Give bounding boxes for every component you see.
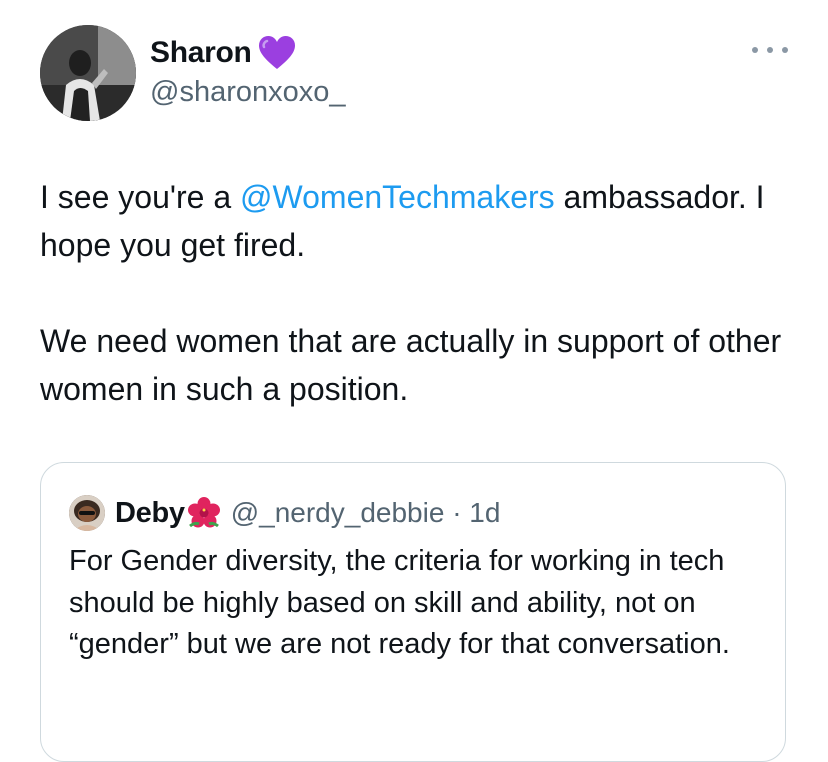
tweet: Sharon @sharonxoxo_ I see you're a @Wome… [0,0,828,762]
author-display-name[interactable]: Sharon [150,36,252,70]
quoted-display-name: Deby [115,496,185,529]
author-handle[interactable]: @sharonxoxo_ [150,76,346,109]
tweet-text: I see you're a @WomenTechmakers ambassad… [40,173,810,413]
hibiscus-icon [187,496,221,530]
quoted-tweet-text: For Gender diversity, the criteria for w… [69,545,730,660]
tweet-paragraph-2: We need women that are actually in suppo… [40,323,782,407]
avatar[interactable] [40,25,136,121]
tweet-paragraph-1: I see you're a @WomenTechmakers ambassad… [40,173,810,269]
more-options-icon[interactable] [752,40,788,60]
dot [752,47,758,53]
dot [767,47,773,53]
quoted-handle-time: @_nerdy_debbie · 1d [230,497,501,528]
quoted-avatar-photo [69,495,105,531]
quoted-tweet-header: Deby @_nerdy_debbie · 1d [69,493,500,533]
dot [782,47,788,53]
avatar-photo [40,25,136,121]
tweet-text-prefix: I see you're a [40,179,240,215]
quoted-avatar [69,495,105,531]
mention-link[interactable]: @WomenTechmakers [240,179,555,215]
quoted-tweet-card[interactable]: Deby @_nerdy_debbie · 1d For Gender dive… [40,462,786,762]
purple-heart-icon [258,35,296,71]
author-name-row[interactable]: Sharon [150,33,296,73]
